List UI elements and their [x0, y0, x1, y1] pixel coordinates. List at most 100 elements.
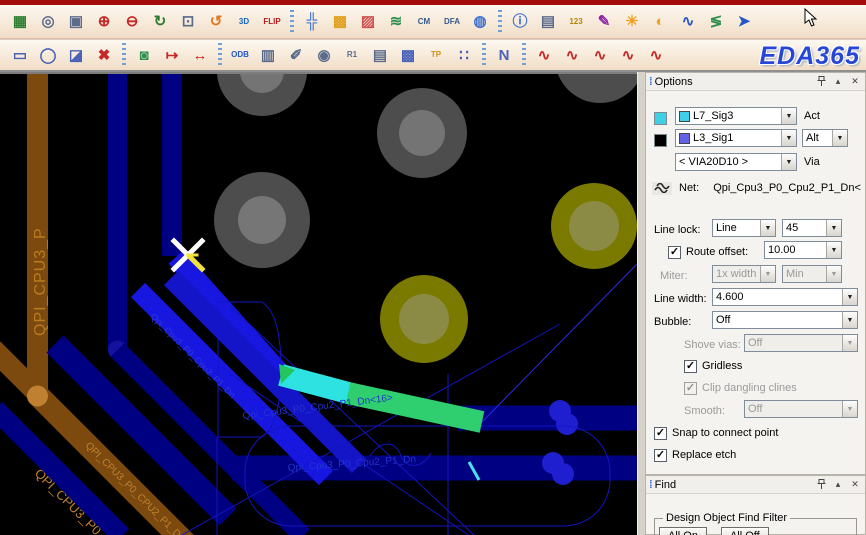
report-notes-icon[interactable]: ▤: [367, 42, 393, 68]
alt-layer-combo[interactable]: L3_Sig1 ▼: [675, 129, 797, 147]
shape-circle-icon[interactable]: ◯: [35, 42, 61, 68]
find-panel: ⁞ Find ▴ ✕ Design Object Find Filter All…: [645, 475, 866, 535]
zoom-in-icon[interactable]: ⊕: [91, 9, 117, 35]
dither-pattern-icon[interactable]: ▩: [395, 42, 421, 68]
replace-etch-checkbox[interactable]: ✓: [654, 449, 667, 462]
dimension-line-icon[interactable]: ↦: [159, 42, 185, 68]
chevron-down-icon[interactable]: ▼: [842, 289, 857, 305]
pin-icon[interactable]: [814, 478, 828, 491]
route-select-icon[interactable]: ➤: [731, 9, 757, 35]
zoom-points-icon[interactable]: ◎: [35, 9, 61, 35]
odb-export-icon: ODB: [231, 51, 249, 59]
si-book-icon[interactable]: ∿: [559, 42, 585, 68]
redraw-icon[interactable]: ↻: [147, 9, 173, 35]
line-width-combo[interactable]: 4.600 ▼: [712, 288, 858, 306]
properties-globe-icon[interactable]: ◍: [467, 9, 493, 35]
cross-section-icon[interactable]: ≋: [383, 9, 409, 35]
alt-layer-swatch[interactable]: [654, 134, 667, 147]
flip-board-icon[interactable]: FLIP: [259, 9, 285, 35]
chevron-down-icon[interactable]: ▼: [832, 130, 847, 146]
collapse-icon[interactable]: ▴: [831, 478, 845, 491]
snap-connect-checkbox[interactable]: ✓: [654, 427, 667, 440]
shape-arbitrary-icon[interactable]: ◪: [63, 42, 89, 68]
highlight-brush-icon: ✎: [598, 14, 611, 29]
act-layer-value: L7_Sig3: [693, 110, 733, 122]
delay-tune-icon: ≶: [710, 14, 723, 29]
color-dialog-icon[interactable]: ▩: [327, 9, 353, 35]
zoom-world-icon[interactable]: ▦: [7, 9, 33, 35]
bubble-combo[interactable]: Off ▼: [712, 311, 858, 329]
pcb-canvas[interactable]: QPI_CPU3_P QPI_CPU3_P0_CPU2_P1_DN<16> QP…: [0, 72, 637, 535]
view-3d-icon[interactable]: 3D: [231, 9, 257, 35]
zoom-out-icon[interactable]: ⊖: [119, 9, 145, 35]
pin-array-icon[interactable]: ∷: [451, 42, 477, 68]
route-vias-icon[interactable]: ∿: [675, 9, 701, 35]
line-lock-type-combo[interactable]: Line ▼: [712, 219, 776, 237]
odb-export-icon[interactable]: ODB: [227, 42, 253, 68]
act-layer-combo[interactable]: L7_Sig3 ▼: [675, 107, 797, 125]
si-audit-icon[interactable]: ∿: [615, 42, 641, 68]
miter-mode-combo: Min ▼: [782, 265, 842, 283]
snapshot-camera-icon[interactable]: ◉: [311, 42, 337, 68]
film-param-icon[interactable]: ▥: [255, 42, 281, 68]
shadow-toggle-icon[interactable]: ◐: [647, 9, 673, 35]
rename-refdes-icon[interactable]: R1: [339, 42, 365, 68]
route-offset-combo[interactable]: 10.00 ▼: [764, 241, 842, 259]
chevron-down-icon[interactable]: ▼: [826, 220, 841, 236]
pad-edit-icon[interactable]: ◙: [131, 42, 157, 68]
testpoint-icon[interactable]: TP: [423, 42, 449, 68]
dimension-span-icon[interactable]: ↔: [187, 42, 213, 68]
chevron-down-icon[interactable]: ▼: [781, 130, 796, 146]
info-icon[interactable]: ⓘ: [507, 9, 533, 35]
panel-grip-icon: ⁞: [649, 479, 651, 491]
chevron-down-icon[interactable]: ▼: [781, 108, 796, 124]
panel-grip-icon: ⁞: [649, 76, 651, 88]
close-icon[interactable]: ✕: [848, 478, 862, 491]
highlight-brush-icon[interactable]: ✎: [591, 9, 617, 35]
si-probe-icon[interactable]: ∿: [643, 42, 669, 68]
color-priority-icon[interactable]: ▨: [355, 9, 381, 35]
dfa-table-icon[interactable]: DFA: [439, 9, 465, 35]
collapse-icon[interactable]: ▴: [831, 75, 845, 88]
gridless-checkbox[interactable]: ✓: [684, 360, 697, 373]
via-value: < VIA20D10 >: [676, 156, 781, 168]
si-document-icon[interactable]: ∿: [531, 42, 557, 68]
options-panel-header[interactable]: ⁞ Options ▴ ✕: [646, 73, 865, 91]
zoom-world-icon: ▦: [13, 14, 27, 29]
chevron-down-icon[interactable]: ▼: [826, 242, 841, 258]
route-offset-checkbox[interactable]: ✓: [668, 246, 681, 259]
act-layer-swatch[interactable]: [654, 112, 667, 125]
si-book-icon: ∿: [566, 48, 579, 63]
fix-tool-icon[interactable]: ✐: [283, 42, 309, 68]
zoom-selection-icon[interactable]: ⊡: [175, 9, 201, 35]
close-icon[interactable]: ✕: [848, 75, 862, 88]
find-panel-header[interactable]: ⁞ Find ▴ ✕: [646, 476, 865, 494]
zoom-fit-icon[interactable]: ▣: [63, 9, 89, 35]
shape-rect-icon[interactable]: ▭: [7, 42, 33, 68]
application-window: ▦◎▣⊕⊖↻⊡↺3DFLIP╬▩▨≋CMDFA◍ⓘ▤123✎☀◐∿≶➤ ▭◯◪✖…: [0, 0, 866, 535]
shadow-on-icon[interactable]: ☀: [619, 9, 645, 35]
add-connect-icon[interactable]: N: [491, 42, 517, 68]
via-combo[interactable]: < VIA20D10 > ▼: [675, 153, 797, 171]
all-on-button[interactable]: All On: [659, 527, 707, 535]
smooth-label: Smooth:: [684, 405, 725, 417]
view-3d-icon: 3D: [239, 18, 249, 26]
delay-tune-icon[interactable]: ≶: [703, 9, 729, 35]
measure-icon[interactable]: 123: [563, 9, 589, 35]
all-off-button[interactable]: All Off: [721, 527, 769, 535]
line-lock-angle-combo[interactable]: 45 ▼: [782, 219, 842, 237]
si-model-icon[interactable]: ∿: [587, 42, 613, 68]
undo-icon[interactable]: ↺: [203, 9, 229, 35]
alt-mode-combo[interactable]: Alt ▼: [802, 129, 848, 147]
eda365-logo: EDA365: [760, 42, 861, 71]
element-table-icon[interactable]: ▤: [535, 9, 561, 35]
net-label: Net:: [679, 182, 699, 194]
chevron-down-icon[interactable]: ▼: [781, 154, 796, 170]
chevron-down-icon[interactable]: ▼: [842, 312, 857, 328]
panel-dock-strip: [637, 72, 645, 535]
chevron-down-icon[interactable]: ▼: [760, 220, 775, 236]
grid-toggle-icon[interactable]: ╬: [299, 9, 325, 35]
pin-icon[interactable]: [814, 75, 828, 88]
constraint-manager-icon[interactable]: CM: [411, 9, 437, 35]
shape-delete-icon[interactable]: ✖: [91, 42, 117, 68]
